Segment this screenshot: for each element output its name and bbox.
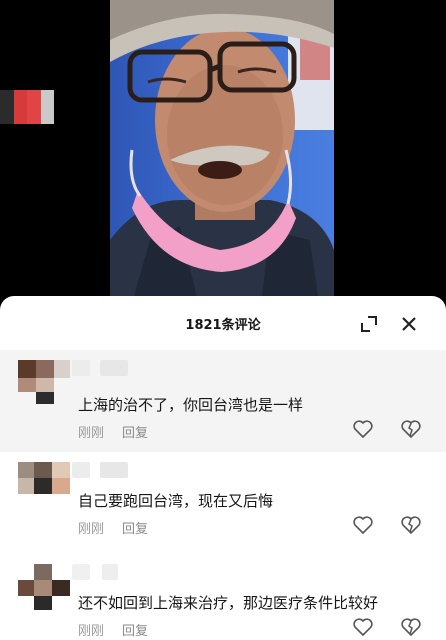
video-frame [110,0,334,310]
side-thumbnail[interactable] [0,90,54,124]
avatar[interactable] [18,462,70,506]
avatar[interactable] [18,360,70,404]
comment-text: 自己要跑回台湾，现在又后悔 [78,492,274,510]
comment-sheet: 1821条评论 上海的治不了，你回台湾也是一样 刚刚 回复 自己要跑回台湾，现在… [0,296,446,640]
dislike-icon[interactable] [398,512,424,538]
comment-meta: 刚刚 回复 [78,620,148,639]
comment-time: 刚刚 [78,522,105,537]
comment-item: 上海的治不了，你回台湾也是一样 刚刚 回复 [0,350,446,452]
username-blurred [72,360,90,376]
username-blurred [102,564,118,580]
comment-meta: 刚刚 回复 [78,518,148,537]
username-blurred [100,360,128,376]
close-icon[interactable] [398,313,420,335]
like-icon[interactable] [350,614,376,640]
comment-item: 自己要跑回台湾，现在又后悔 刚刚 回复 [0,452,446,554]
comment-time: 刚刚 [78,426,105,441]
username-blurred [72,462,90,478]
comment-item: 还不如回到上海来治疗，那边医疗条件比较好 刚刚 回复 [0,554,446,640]
video-person-image [110,0,334,310]
avatar[interactable] [18,564,70,610]
like-icon[interactable] [350,512,376,538]
username-blurred [100,462,128,478]
reply-button[interactable]: 回复 [122,422,148,441]
comment-time: 刚刚 [78,624,105,639]
comment-meta: 刚刚 回复 [78,422,148,441]
comment-text: 还不如回到上海来治疗，那边医疗条件比较好 [78,594,379,612]
comment-count-title: 1821条评论 [185,317,261,333]
like-icon[interactable] [350,416,376,442]
comment-text: 上海的治不了，你回台湾也是一样 [78,396,304,414]
collapse-icon[interactable] [358,313,380,335]
video-player[interactable] [0,0,446,310]
reply-button[interactable]: 回复 [122,518,148,537]
username-blurred [72,564,90,580]
reply-button[interactable]: 回复 [122,620,148,639]
comment-sheet-header: 1821条评论 [0,296,446,350]
dislike-icon[interactable] [398,416,424,442]
dislike-icon[interactable] [398,614,424,640]
